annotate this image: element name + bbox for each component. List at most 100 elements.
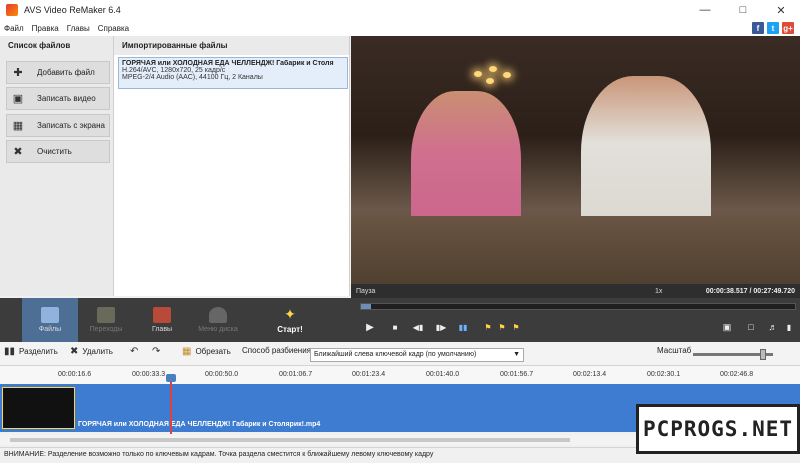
imported-files-panel: Импортированные файлы ГОРЯЧАЯ или ХОЛОДН… — [114, 36, 350, 296]
maximize-button[interactable]: □ — [724, 0, 762, 20]
add-file-label: Добавить файл — [37, 68, 95, 77]
add-file-button[interactable]: ✚ Добавить файл — [6, 61, 110, 84]
delete-label: Удалить — [82, 347, 113, 356]
google-plus-icon[interactable]: g+ — [782, 22, 794, 34]
menu-file[interactable]: Файл — [4, 24, 24, 33]
tab-files[interactable]: Файлы — [22, 298, 78, 342]
clear-button[interactable]: ✖ Очистить — [6, 140, 110, 163]
next-frame-button[interactable]: ▮▶ — [433, 320, 449, 334]
player-speed: 1x — [655, 287, 663, 295]
imported-files-title: Импортированные файлы — [114, 36, 349, 55]
volume-slider[interactable]: ▮ — [783, 320, 795, 334]
tab-chapters-label: Главы — [151, 326, 173, 333]
trim-icon: ▦ — [182, 346, 192, 357]
ruler-tick: 00:01:56.7 — [500, 371, 534, 378]
timeline-scrollbar-thumb[interactable] — [10, 438, 570, 442]
prev-frame-button[interactable]: ◀▮ — [410, 320, 426, 334]
clip-thumbnail — [2, 387, 75, 429]
playhead-handle[interactable] — [166, 374, 176, 382]
marker-left-icon[interactable]: ⚑ — [482, 320, 494, 334]
record-screen-button[interactable]: ▦ Записать с экрана — [6, 114, 110, 137]
menu-chapters[interactable]: Главы — [67, 24, 90, 33]
record-screen-label: Записать с экрана — [37, 121, 105, 130]
facebook-icon[interactable]: f — [752, 22, 764, 34]
file-name: ГОРЯЧАЯ или ХОЛОДНАЯ ЕДА ЧЕЛЛЕНДЖ! Габар… — [122, 60, 334, 67]
watermark: PCPROGS.NET — [636, 404, 800, 454]
undo-icon: ↶ — [130, 346, 139, 357]
tab-transitions[interactable]: Переходы — [78, 298, 134, 342]
menu-help[interactable]: Справка — [98, 24, 129, 33]
redo-icon: ↷ — [152, 346, 161, 357]
volume-icon[interactable]: ♬ — [766, 320, 780, 334]
lamp-light — [474, 71, 482, 77]
wand-icon: ✦ — [284, 306, 296, 322]
app-icon — [6, 4, 18, 16]
video-preview[interactable] — [351, 36, 800, 284]
clip-label: ГОРЯЧАЯ или ХОЛОДНАЯ ЕДА ЧЕЛЛЕНДЖ! Габар… — [78, 421, 321, 428]
ruler-tick: 00:01:06.7 — [279, 371, 313, 378]
fullscreen-icon[interactable]: □ — [744, 320, 758, 334]
title-bar: AVS Video ReMaker 6.4 — □ ✕ — [0, 0, 800, 20]
ruler-tick: 00:00:50.0 — [205, 371, 239, 378]
ruler-tick: 00:01:40.0 — [426, 371, 460, 378]
zoom-slider-thumb[interactable] — [760, 349, 766, 360]
trim-label: Обрезать — [195, 347, 231, 356]
stop-button[interactable]: ■ — [388, 320, 402, 334]
file-entry[interactable]: ГОРЯЧАЯ или ХОЛОДНАЯ ЕДА ЧЕЛЛЕНДЖ! Габар… — [118, 57, 348, 89]
ruler-tick: 00:02:13.4 — [573, 371, 607, 378]
player-status-bar: Пауза 1x 00:00:38.517 / 00:27:49.720 — [351, 284, 800, 298]
record-video-button[interactable]: ▣ Записать видео — [6, 87, 110, 110]
chevron-down-icon: ▼ — [513, 351, 520, 358]
window-title: AVS Video ReMaker 6.4 — [24, 5, 121, 15]
split-icon: ▮▮ — [4, 346, 16, 357]
delete-button[interactable]: ✖ Удалить — [70, 346, 113, 357]
redo-button[interactable]: ↷ — [152, 346, 164, 357]
file-list-title: Список файлов — [8, 41, 71, 50]
marker-prev-icon[interactable]: ⚑ — [496, 320, 508, 334]
undo-button[interactable]: ↶ — [130, 346, 142, 357]
plus-icon: ✚ — [13, 67, 23, 79]
close-button[interactable]: ✕ — [762, 0, 800, 20]
marker-next-icon[interactable]: ⚑ — [510, 320, 522, 334]
player-state: Пауза — [356, 287, 376, 295]
tab-chapters[interactable]: Главы — [134, 298, 190, 342]
record-video-label: Записать видео — [37, 94, 96, 103]
split-button[interactable]: ▮▮ Разделить — [4, 346, 58, 357]
disc-menu-icon — [209, 307, 227, 323]
trim-button[interactable]: ▦ Обрезать — [182, 346, 231, 357]
ruler-tick: 00:02:30.1 — [647, 371, 681, 378]
twitter-icon[interactable]: t — [767, 22, 779, 34]
chapters-icon — [153, 307, 171, 323]
seek-progress — [361, 304, 371, 309]
file-video-info: H.264/AVC, 1280x720, 25 кадр/с — [122, 67, 226, 74]
video-table — [351, 216, 800, 284]
start-button[interactable]: ✦ Старт! — [262, 298, 318, 342]
tab-transitions-label: Переходы — [89, 326, 123, 333]
files-icon — [41, 307, 59, 323]
edit-toolbar: ▮▮ Разделить ✖ Удалить ↶ ↷ ▦ Обрезать Сп… — [0, 342, 800, 366]
split-mode-select[interactable]: Ближайший слева ключевой кадр (по умолча… — [310, 348, 524, 362]
start-label: Старт! — [277, 325, 303, 334]
chapter-marker-button[interactable]: ▮▮ — [455, 320, 471, 334]
ruler-tick: 00:02:46.8 — [720, 371, 754, 378]
split-label: Разделить — [19, 347, 58, 356]
ruler-tick: 00:00:33.3 — [132, 371, 166, 378]
minimize-button[interactable]: — — [686, 0, 724, 20]
player-time: 00:00:38.517 / 00:27:49.720 — [705, 287, 795, 295]
play-button[interactable]: ▶ — [362, 320, 378, 334]
snapshot-icon[interactable]: ▣ — [720, 320, 734, 334]
file-audio-info: MPEG-2/4 Audio (AAC), 44100 Гц, 2 Каналы — [122, 74, 263, 81]
menu-edit[interactable]: Правка — [32, 24, 59, 33]
split-mode-text: Способ разбиения: — [242, 346, 314, 355]
menu-bar: Файл Правка Главы Справка — [0, 20, 800, 36]
timeline-ruler[interactable]: 00:00:16.6 00:00:33.3 00:00:50.0 00:01:0… — [0, 366, 800, 384]
social-links: f t g+ — [752, 22, 794, 34]
tab-disc-menu[interactable]: Меню диска — [190, 298, 246, 342]
transitions-icon — [97, 307, 115, 323]
ruler-tick: 00:00:16.6 — [58, 371, 92, 378]
tab-files-label: Файлы — [38, 326, 62, 333]
seek-bar[interactable] — [360, 303, 796, 310]
lamp-light — [486, 78, 494, 84]
ruler-tick: 00:01:23.4 — [352, 371, 386, 378]
delete-icon: ✖ — [70, 346, 79, 357]
